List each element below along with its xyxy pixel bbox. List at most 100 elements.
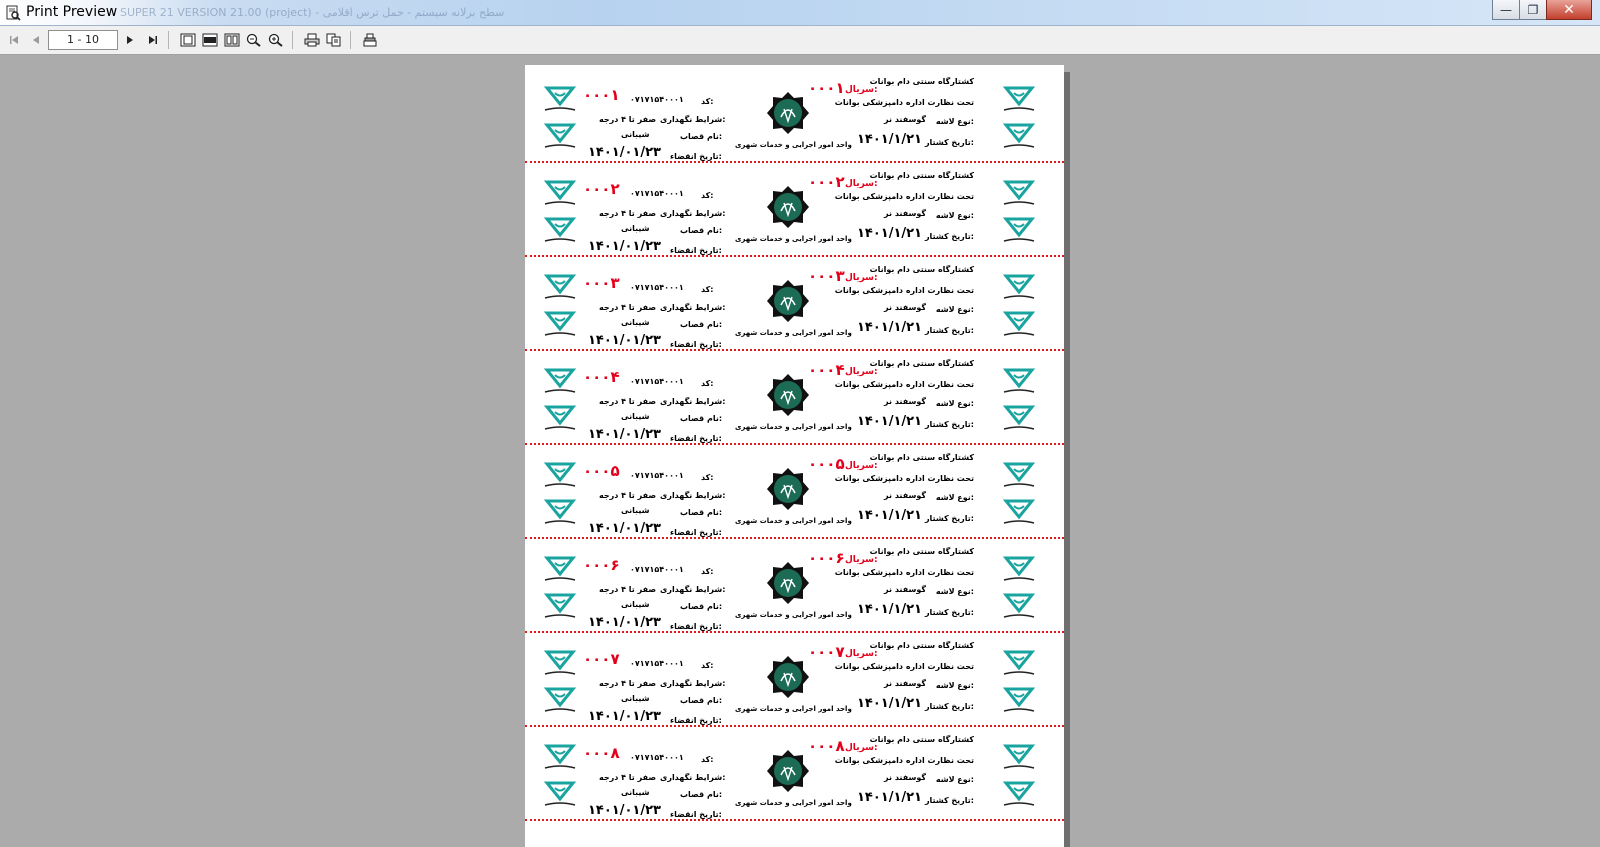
vet-org-logo xyxy=(1002,687,1036,712)
carcass-type-label: نوع لاشه: xyxy=(935,305,974,314)
municipality-seal-icon xyxy=(767,656,809,698)
unit-text: واحد امور اجرایی و خدمات شهری xyxy=(735,423,852,431)
vet-org-logo xyxy=(543,650,577,675)
butcher-value: شیبانی xyxy=(621,600,650,609)
storage-label: شرایط نگهداری: xyxy=(660,303,726,312)
slaughter-date-label: تاریخ کشتار: xyxy=(924,702,974,711)
unit-text: واحد امور اجرایی و خدمات شهری xyxy=(735,235,852,243)
butcher-value: شیبانی xyxy=(621,694,650,703)
page-range-input[interactable]: 1 - 10 xyxy=(48,30,118,50)
vet-org-logo xyxy=(543,687,577,712)
code-value: ۰۷۱۷۱۵۴۰۰۰۱ xyxy=(630,283,684,292)
storage-label: شرایط نگهداری: xyxy=(660,115,726,124)
carcass-type-label: نوع لاشه: xyxy=(935,399,974,408)
serial-tag: سریال: xyxy=(845,461,878,471)
last-page-icon[interactable] xyxy=(143,31,163,49)
serial-number: ۰۰۰۳ xyxy=(808,267,845,285)
expiry-label: تاریخ انقضاء: xyxy=(670,434,722,443)
unit-text: واحد امور اجرایی و خدمات شهری xyxy=(735,611,852,619)
storage-value: صفر تا ۴ درجه xyxy=(599,773,657,782)
carcass-type-value: گوسفند نر xyxy=(884,115,926,124)
serial-tag: سریال: xyxy=(845,85,878,95)
storage-value: صفر تا ۴ درجه xyxy=(599,209,657,218)
carcass-label: کشتارگاه سنتی دام بوانات تحت نظارت اداره… xyxy=(525,257,1064,351)
vet-org-logo xyxy=(1002,123,1036,148)
left-serial-number: ۰۰۰۸ xyxy=(583,744,620,762)
two-pages-icon[interactable] xyxy=(222,31,242,49)
print-icon[interactable] xyxy=(302,31,322,49)
expiry-value: ۱۴۰۱/۰۱/۲۳ xyxy=(588,145,661,160)
vet-org-logo xyxy=(1002,274,1036,299)
vet-org-logo xyxy=(1002,781,1036,806)
municipality-seal-icon xyxy=(767,562,809,604)
municipality-seal-icon xyxy=(767,92,809,134)
unit-text: واحد امور اجرایی و خدمات شهری xyxy=(735,517,852,525)
expiry-value: ۱۴۰۱/۰۱/۲۳ xyxy=(588,333,661,348)
vet-org-logo xyxy=(1002,311,1036,336)
expiry-value: ۱۴۰۱/۰۱/۲۳ xyxy=(588,615,661,630)
unit-text: واحد امور اجرایی و خدمات شهری xyxy=(735,705,852,713)
export-icon[interactable] xyxy=(360,31,380,49)
municipality-seal-icon xyxy=(767,374,809,416)
page-width-icon[interactable] xyxy=(200,31,220,49)
slaughter-date-label: تاریخ کشتار: xyxy=(924,608,974,617)
carcass-label: کشتارگاه سنتی دام بوانات تحت نظارت اداره… xyxy=(525,539,1064,633)
page-setup-icon[interactable] xyxy=(324,31,344,49)
butcher-label: نام قصاب: xyxy=(680,132,723,141)
left-serial-number: ۰۰۰۴ xyxy=(583,368,620,386)
storage-label: شرایط نگهداری: xyxy=(660,585,726,594)
vet-org-logo xyxy=(543,86,577,111)
carcass-type-value: گوسفند نر xyxy=(884,585,926,594)
expiry-label: تاریخ انقضاء: xyxy=(670,622,722,631)
vet-org-logo xyxy=(543,405,577,430)
vet-org-logo xyxy=(1002,593,1036,618)
expiry-value: ۱۴۰۱/۰۱/۲۳ xyxy=(588,803,661,818)
unit-text: واحد امور اجرایی و خدمات شهری xyxy=(735,329,852,337)
left-serial-number: ۰۰۰۵ xyxy=(583,462,620,480)
close-button[interactable]: ✕ xyxy=(1546,0,1592,20)
minimize-button[interactable]: — xyxy=(1492,0,1520,20)
serial-number: ۰۰۰۸ xyxy=(808,737,845,755)
carcass-type-label: نوع لاشه: xyxy=(935,211,974,220)
preview-toolbar: 1 - 10 xyxy=(0,26,1600,55)
vet-org-logo xyxy=(543,499,577,524)
serial-tag: سریال: xyxy=(845,649,878,659)
carcass-type-label: نوع لاشه: xyxy=(935,681,974,690)
carcass-label: کشتارگاه سنتی دام بوانات تحت نظارت اداره… xyxy=(525,69,1064,163)
toolbar-separator xyxy=(350,31,351,49)
slaughter-date-value: ۱۴۰۱/۱/۲۱ xyxy=(856,414,922,429)
single-page-icon[interactable] xyxy=(178,31,198,49)
carcass-type-value: گوسفند نر xyxy=(884,773,926,782)
vet-org-logo xyxy=(543,744,577,769)
butcher-value: شیبانی xyxy=(621,788,650,797)
vet-org-logo xyxy=(543,556,577,581)
vet-org-logo xyxy=(1002,744,1036,769)
code-value: ۰۷۱۷۱۵۴۰۰۰۱ xyxy=(630,377,684,386)
slaughterhouse-name: کشتارگاه سنتی دام بوانات xyxy=(869,77,974,86)
zoom-in-icon[interactable] xyxy=(266,31,286,49)
slaughter-date-value: ۱۴۰۱/۱/۲۱ xyxy=(856,320,922,335)
carcass-label: کشتارگاه سنتی دام بوانات تحت نظارت اداره… xyxy=(525,445,1064,539)
carcass-label: کشتارگاه سنتی دام بوانات تحت نظارت اداره… xyxy=(525,351,1064,445)
vet-org-logo xyxy=(543,217,577,242)
first-page-icon[interactable] xyxy=(4,31,24,49)
prev-page-icon[interactable] xyxy=(26,31,46,49)
code-label: کد: xyxy=(701,473,714,482)
municipality-seal-icon xyxy=(767,750,809,792)
serial-number: ۰۰۰۷ xyxy=(808,643,845,661)
vet-org-logo xyxy=(1002,650,1036,675)
serial-number: ۰۰۰۴ xyxy=(808,361,845,379)
butcher-value: شیبانی xyxy=(621,318,650,327)
supervision-text: تحت نظارت اداره دامپزشکی بوانات xyxy=(834,98,974,107)
zoom-out-icon[interactable] xyxy=(244,31,264,49)
serial-tag: سریال: xyxy=(845,179,878,189)
slaughter-date-value: ۱۴۰۱/۱/۲۱ xyxy=(856,132,922,147)
maximize-button[interactable]: ❐ xyxy=(1519,0,1547,20)
vet-org-logo xyxy=(1002,499,1036,524)
next-page-icon[interactable] xyxy=(120,31,140,49)
left-serial-number: ۰۰۰۶ xyxy=(583,556,620,574)
slaughter-date-label: تاریخ کشتار: xyxy=(924,796,974,805)
serial-number: ۰۰۰۲ xyxy=(808,173,845,191)
vet-org-logo xyxy=(543,462,577,487)
code-label: کد: xyxy=(701,379,714,388)
